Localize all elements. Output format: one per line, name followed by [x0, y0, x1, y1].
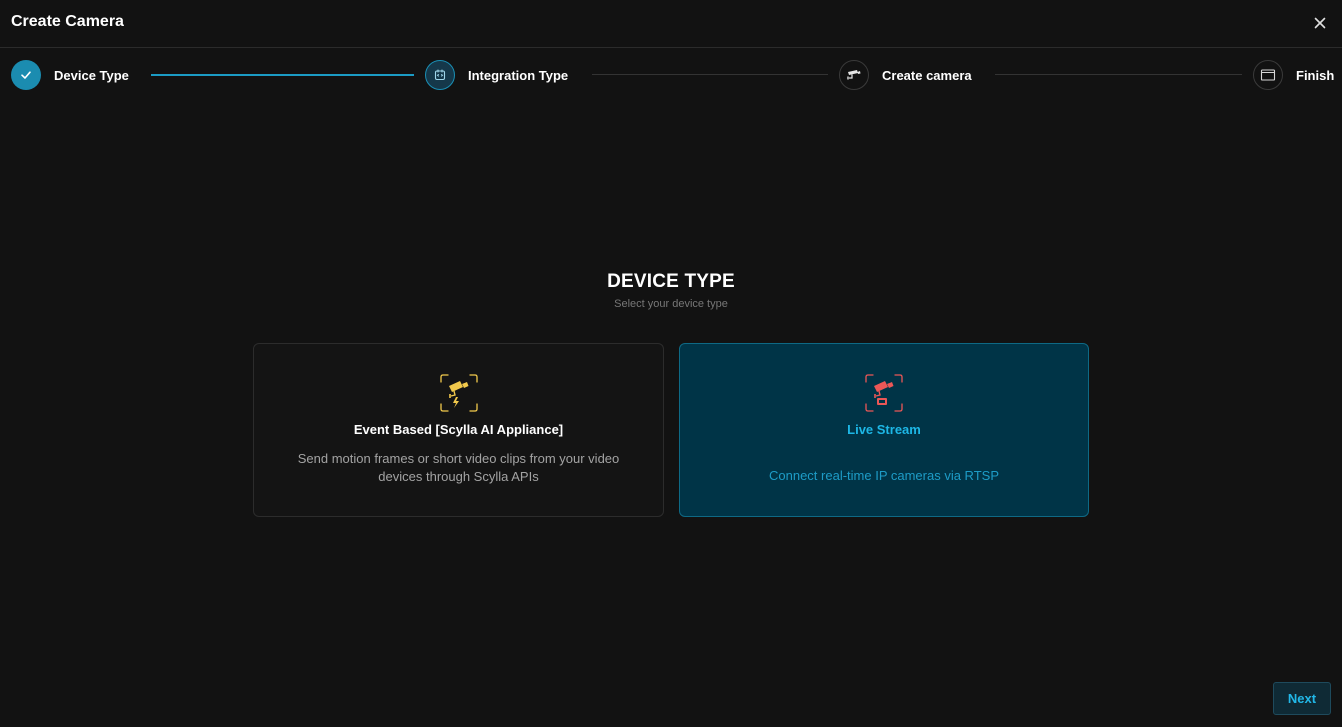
option-description: Connect real-time IP cameras via RTSP: [769, 468, 999, 483]
step-integration-type[interactable]: Integration Type: [425, 58, 568, 92]
step-label: Integration Type: [468, 67, 569, 83]
film-frame-icon: [1253, 60, 1283, 90]
step-label: Device Type: [54, 67, 129, 83]
dialog-header: Create Camera: [0, 0, 1342, 48]
step-device-type[interactable]: Device Type: [11, 58, 129, 92]
option-title: Live Stream: [847, 422, 921, 437]
step-label: Finish: [1296, 67, 1335, 83]
dialog-title: Create Camera: [11, 13, 124, 30]
event-camera-icon: [439, 374, 478, 412]
step-label: Create camera: [882, 67, 972, 83]
stepper: Device Type Integration Type Create came…: [0, 58, 1342, 92]
option-card-live-stream[interactable]: Live Stream Connect real-time IP cameras…: [679, 343, 1089, 517]
check-icon: [11, 60, 41, 90]
option-title: Event Based [Scylla AI Appliance]: [353, 422, 564, 437]
step-connector-2: [592, 74, 828, 75]
integration-icon: [425, 60, 455, 90]
step-create-camera[interactable]: Create camera: [839, 58, 972, 92]
step-connector-3: [995, 74, 1242, 75]
live-camera-icon: [865, 374, 903, 412]
section-title: DEVICE TYPE: [607, 271, 735, 292]
step-connector-1: [151, 74, 414, 76]
option-description: Send motion frames or short video clips …: [297, 451, 620, 484]
option-card-event-based[interactable]: Event Based [Scylla AI Appliance] Send m…: [253, 343, 664, 517]
close-icon[interactable]: [1312, 15, 1328, 31]
next-button[interactable]: Next: [1273, 682, 1331, 715]
cctv-camera-icon: [839, 60, 869, 90]
section-subtitle: Select your device type: [614, 298, 728, 310]
step-finish[interactable]: Finish: [1253, 58, 1334, 92]
